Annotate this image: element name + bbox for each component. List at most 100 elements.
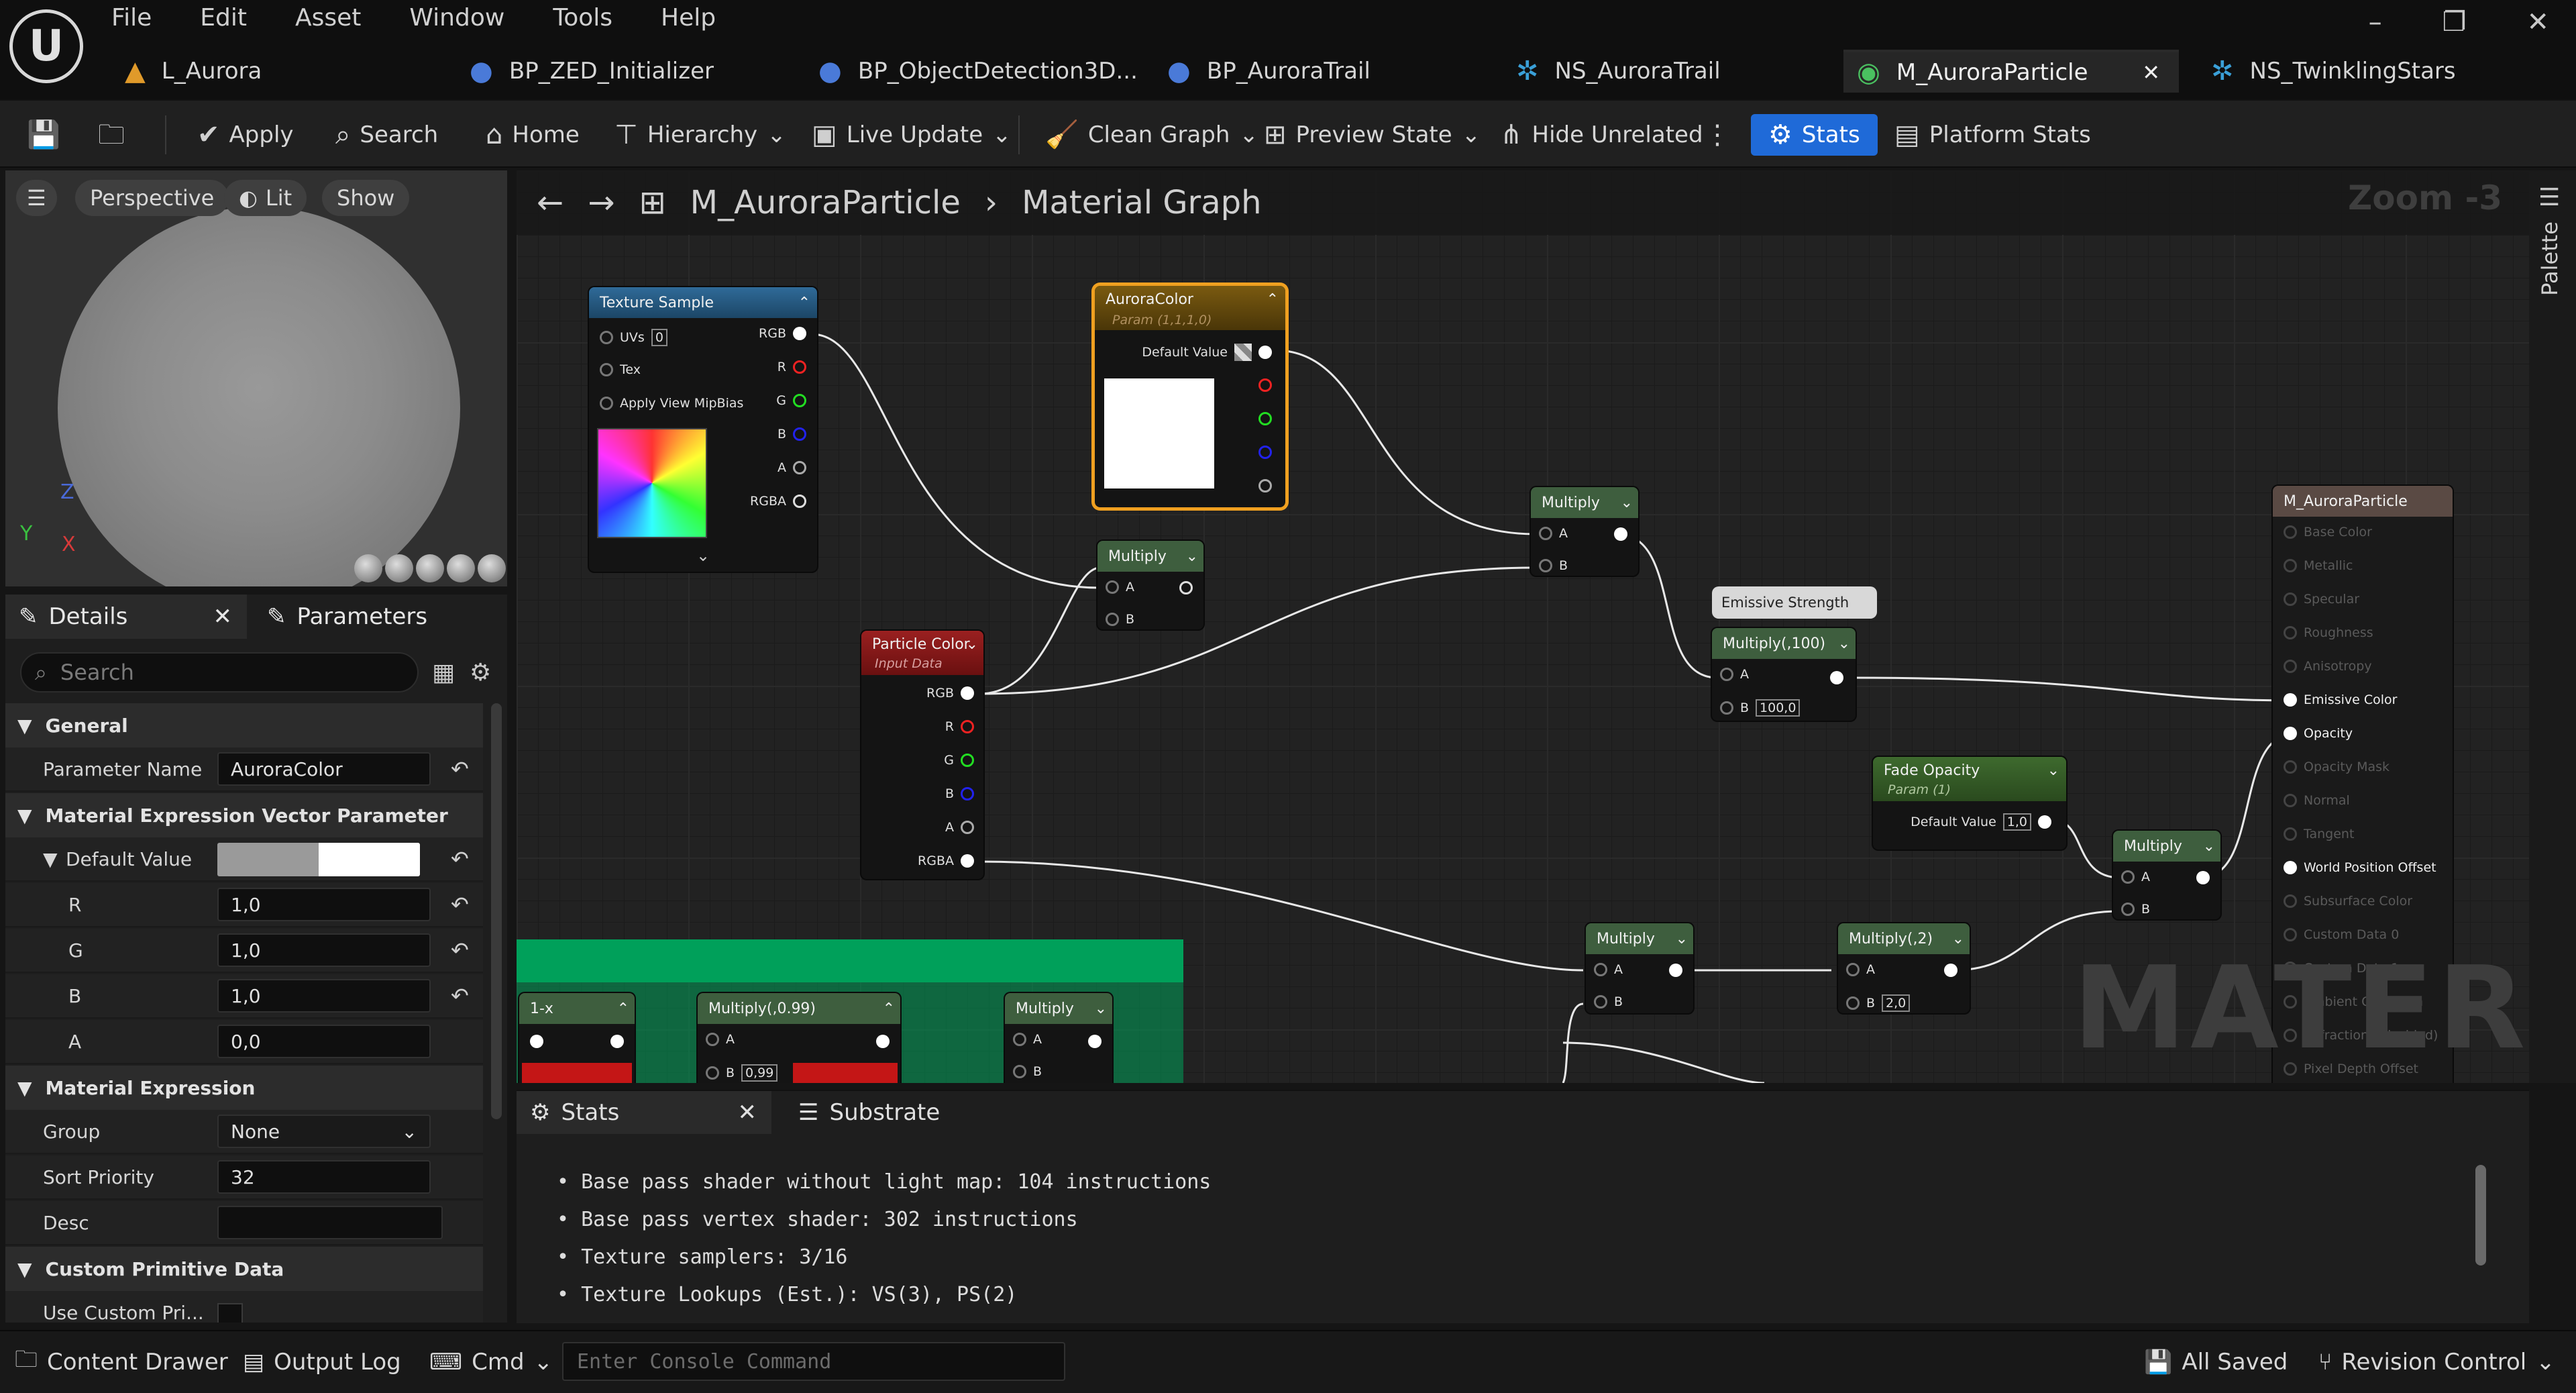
section-general[interactable]: ▼ General — [5, 703, 483, 747]
pin-a[interactable]: A — [2121, 870, 2150, 884]
pin-b[interactable]: B 100,0 — [1720, 699, 1801, 717]
pin-default-value[interactable]: Default Value 1,0 — [1911, 813, 2051, 831]
parameter-name-field[interactable]: AuroraColor — [217, 752, 431, 786]
pin-output-icon[interactable] — [1614, 527, 1627, 541]
more-options-button[interactable]: ⋮ — [1697, 114, 1737, 156]
comment-box-header[interactable] — [517, 939, 1183, 982]
tab-l-aurora[interactable]: ▲ L_Aurora — [111, 50, 433, 93]
chevron-down-icon[interactable]: ⌄ — [1186, 548, 1198, 565]
pin-b-icon[interactable] — [1258, 446, 1272, 459]
custom-mesh-icon[interactable] — [478, 554, 506, 582]
cylinder-mesh-icon[interactable] — [354, 554, 382, 582]
revision-control-button[interactable]: ⑂ Revision Control ⌄ — [2318, 1342, 2555, 1382]
pin-output-icon[interactable] — [1179, 581, 1193, 595]
pin-a[interactable]: A — [1013, 1032, 1042, 1047]
menu-window[interactable]: Window — [409, 4, 504, 38]
menu-tools[interactable]: Tools — [553, 4, 612, 38]
table-view-icon[interactable]: ▦ — [432, 659, 455, 686]
node-auroracolor[interactable]: AuroraColor ⌃ Param (1,1,1,0) Default Val… — [1095, 286, 1285, 507]
section-custom-primitive-data[interactable]: ▼ Custom Primitive Data — [5, 1247, 483, 1291]
menu-asset[interactable]: Asset — [295, 4, 361, 38]
palette-strip[interactable]: ☰ — [2529, 170, 2576, 1083]
close-panel-icon[interactable]: ✕ — [213, 603, 233, 630]
tab-ns-twinklingstars[interactable]: ✲ NS_TwinklingStars — [2198, 50, 2546, 93]
chevron-down-icon[interactable]: ⌄ — [2203, 838, 2215, 855]
maximize-icon[interactable]: ❐ — [2443, 7, 2467, 38]
tab-bp-objectdetection3d[interactable]: ● BP_ObjectDetection3D... — [805, 50, 1154, 93]
perspective-button[interactable]: Perspective — [75, 180, 229, 216]
chevron-down-icon[interactable]: ⌄ — [1676, 931, 1688, 947]
platform-stats-button[interactable]: ▤ Platform Stats — [1888, 114, 2098, 156]
result-pin[interactable]: Anisotropy — [2284, 659, 2372, 674]
hide-unrelated-button[interactable]: ⋔ Hide Unrelated — [1493, 114, 1710, 156]
pin-output-icon[interactable] — [1088, 1035, 1102, 1048]
section-material-expression[interactable]: ▼ Material Expression — [5, 1066, 483, 1110]
pin-b[interactable]: B — [777, 427, 806, 442]
pin-a[interactable]: A — [1846, 962, 1875, 977]
pin-g-icon[interactable] — [1258, 412, 1272, 425]
node-multiply-2[interactable]: Multiply ⌄ A B — [1531, 487, 1638, 576]
r-value-field[interactable]: 1,0 — [217, 888, 431, 921]
pin-rgba[interactable]: RGBA — [750, 494, 806, 509]
content-drawer-button[interactable]: 🗀 Content Drawer — [15, 1342, 228, 1382]
preview-state-button[interactable]: ⊞ Preview State ⌄ — [1257, 114, 1487, 156]
pin-r[interactable]: R — [945, 719, 974, 734]
result-pin[interactable]: Metallic — [2284, 558, 2353, 573]
close-tab-icon[interactable]: ✕ — [2142, 60, 2160, 85]
pin-b[interactable]: B — [945, 786, 974, 801]
pin-b[interactable]: B — [1106, 612, 1134, 627]
result-pin[interactable]: Custom Data 0 — [2284, 927, 2399, 942]
pin-b[interactable]: B — [1013, 1064, 1042, 1079]
tab-bp-zed-initializer[interactable]: ● BP_ZED_Initializer — [456, 50, 805, 93]
result-pin[interactable]: Emissive Color — [2284, 692, 2397, 707]
g-value-field[interactable]: 1,0 — [217, 933, 431, 967]
hierarchy-button[interactable]: ⊤ Hierarchy ⌄ — [608, 114, 793, 156]
save-button[interactable]: 💾 — [20, 114, 67, 156]
a-value-field[interactable]: 0,0 — [217, 1025, 431, 1058]
pin-r-icon[interactable] — [1258, 378, 1272, 392]
cube-mesh-icon[interactable] — [447, 554, 475, 582]
tab-details[interactable]: ✎ Details ✕ — [5, 595, 247, 639]
palette-tab[interactable]: Palette — [2537, 221, 2563, 296]
menu-file[interactable]: File — [111, 4, 152, 38]
preview-viewport[interactable]: ☰ Perspective ◐ Lit Show Z Y X — [5, 170, 507, 586]
close-icon[interactable]: ✕ — [2526, 7, 2549, 38]
pin-output-icon[interactable] — [610, 1035, 624, 1048]
output-log-button[interactable]: ▤ Output Log — [243, 1342, 401, 1382]
close-panel-icon[interactable]: ✕ — [738, 1099, 757, 1126]
result-pin[interactable]: Tangent — [2284, 827, 2354, 841]
pin-rgb[interactable]: RGB — [926, 686, 974, 701]
pin-tex[interactable]: Tex — [600, 362, 641, 377]
pin-b[interactable]: B — [1594, 994, 1623, 1009]
sphere-mesh-icon[interactable] — [385, 554, 413, 582]
breadcrumb-graph[interactable]: Material Graph — [1022, 184, 1262, 221]
node-multiply-2x[interactable]: Multiply(,2) ⌄ A B 2,0 — [1838, 923, 1970, 1013]
result-pin[interactable]: Specular — [2284, 592, 2359, 607]
pin-g[interactable]: G — [776, 393, 806, 408]
tab-bp-auroratrail[interactable]: ● BP_AuroraTrail — [1154, 50, 1503, 93]
result-pin[interactable]: Normal — [2284, 793, 2350, 808]
collapse-icon[interactable]: ⌃ — [1267, 291, 1279, 308]
node-one-minus[interactable]: 1-x ⌃ — [519, 993, 635, 1083]
minimize-icon[interactable]: – — [2369, 7, 2382, 38]
reset-icon[interactable]: ↶ — [451, 846, 469, 872]
details-scrollbar[interactable] — [491, 703, 502, 1119]
browse-button[interactable]: 🗀 — [91, 114, 131, 156]
search-button[interactable]: ⌕ Search — [329, 114, 445, 156]
clean-graph-button[interactable]: 🧹 Clean Graph ⌄ — [1038, 114, 1265, 156]
group-dropdown[interactable]: None ⌄ — [217, 1115, 431, 1148]
pin-b[interactable]: B — [2121, 902, 2150, 917]
color-swatch[interactable] — [217, 843, 420, 876]
node-multiply-5[interactable]: Multiply ⌄ A B — [1005, 993, 1112, 1083]
stats-button[interactable]: ⚙ Stats — [1751, 114, 1878, 156]
show-button[interactable]: Show — [322, 180, 410, 216]
pin-a[interactable]: A — [1106, 580, 1134, 595]
pin-output-icon[interactable] — [1830, 671, 1843, 684]
desc-field[interactable] — [217, 1206, 443, 1239]
palette-list-icon[interactable]: ☰ — [2538, 184, 2560, 211]
pin-b[interactable]: B 0,99 — [706, 1064, 778, 1082]
lit-button[interactable]: ◐ Lit — [224, 180, 307, 216]
b-value-field[interactable]: 1,0 — [217, 979, 431, 1013]
tab-parameters[interactable]: ✎ Parameters — [254, 595, 495, 639]
pin-rgba[interactable]: RGBA — [918, 854, 974, 868]
